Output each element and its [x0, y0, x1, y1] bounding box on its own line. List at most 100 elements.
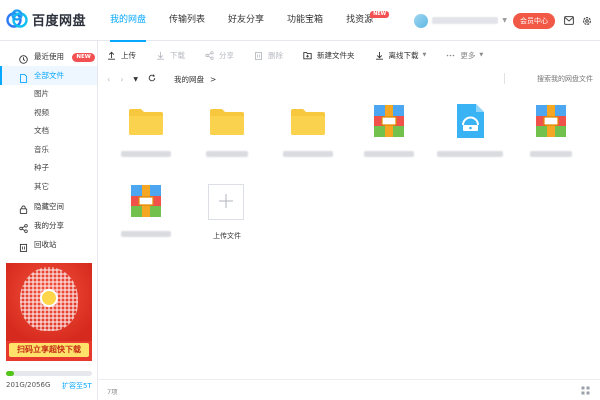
trash-icon [19, 240, 28, 252]
chevron-down-icon[interactable]: ▼ [479, 52, 483, 58]
download-icon [156, 51, 165, 60]
upload-button[interactable]: 上传 [107, 50, 136, 61]
storage-usage-text: 201G/2056G [6, 381, 51, 389]
clock-icon [19, 52, 28, 64]
storage-progress-bar [6, 371, 92, 376]
archive-icon [128, 183, 164, 219]
share-icon [19, 221, 28, 233]
sidebar-item-videos[interactable]: 视频 [0, 104, 97, 123]
app-title: 百度网盘 [32, 13, 87, 29]
archive-icon [371, 103, 407, 139]
delete-button[interactable]: 删除 [254, 50, 283, 61]
file-item-folder[interactable] [111, 89, 181, 169]
sidebar-item-label: 我的分享 [34, 220, 64, 230]
upload-label: 上传 [121, 50, 136, 60]
delete-label: 删除 [268, 50, 283, 60]
username-blurred[interactable] [432, 17, 499, 24]
file-item-disk-image[interactable] [435, 89, 505, 169]
file-item-archive[interactable] [111, 169, 181, 249]
file-item-folder[interactable] [273, 89, 343, 169]
file-name-blurred [206, 151, 248, 157]
sidebar-item-my-share[interactable]: 我的分享 [0, 216, 97, 235]
share-icon [205, 50, 214, 60]
promo-qr-banner[interactable]: 扫码立享超快下载 [6, 263, 92, 361]
download-label: 下载 [170, 50, 185, 60]
path-bar: ‹ › ▼ 我的网盘 > [98, 69, 600, 89]
promo-text: 扫码立享超快下载 [9, 343, 89, 357]
item-count: 7项 [107, 388, 118, 396]
forward-arrow-icon[interactable]: › [120, 75, 123, 84]
upload-file-tile[interactable] [208, 184, 244, 220]
sidebar-item-torrents[interactable]: 种子 [0, 159, 97, 178]
sidebar-item-hidden-space[interactable]: 隐藏空间 [0, 197, 97, 216]
expand-storage-link[interactable]: 扩容至5T [62, 381, 92, 391]
tab-find-resources-label: 找资源 [346, 15, 374, 25]
upload-icon [107, 51, 116, 60]
back-arrow-icon[interactable]: ‹ [107, 75, 110, 84]
gear-icon[interactable] [582, 16, 592, 26]
sidebar-item-label: 全部文件 [34, 71, 64, 80]
grid-view-icon[interactable] [581, 386, 590, 395]
search-input[interactable] [497, 71, 593, 86]
folder-add-icon [303, 51, 312, 60]
sidebar-item-label: 回收站 [34, 239, 57, 249]
tab-friend-share[interactable]: 好友分享 [228, 0, 264, 41]
disk-image-icon [452, 103, 488, 139]
file-name-blurred [437, 151, 503, 157]
sidebar-item-recycle-bin[interactable]: 回收站 [0, 235, 97, 254]
share-button[interactable]: 分享 [205, 50, 234, 61]
folder-icon [290, 103, 326, 139]
sidebar-item-documents[interactable]: 文档 [0, 122, 97, 141]
lock-icon [19, 202, 28, 214]
upload-file-label: 上传文件 [213, 232, 241, 240]
sidebar: 最近使用 NEW 全部文件 图片 视频 文档 音乐 种子 其它 隐藏空间 我的分… [0, 41, 98, 400]
sidebar-item-music[interactable]: 音乐 [0, 141, 97, 160]
folder-icon [209, 103, 245, 139]
storage-progress-fill [6, 371, 15, 376]
file-name-blurred [121, 231, 171, 237]
new-badge: NEW [370, 11, 390, 18]
chevron-down-icon[interactable]: ▼ [423, 52, 427, 58]
app-logo[interactable]: 百度网盘 [6, 9, 86, 29]
archive-icon [533, 103, 569, 139]
mail-icon[interactable] [564, 16, 574, 26]
folder-icon [128, 103, 164, 139]
more-button[interactable]: 更多 ▼ [446, 50, 483, 61]
sidebar-item-images[interactable]: 图片 [0, 85, 97, 104]
tab-toolbox[interactable]: 功能宝箱 [287, 0, 323, 41]
more-label: 更多 [460, 50, 476, 60]
status-bar: 7项 [98, 379, 600, 400]
file-item-archive[interactable] [516, 89, 586, 169]
share-label: 分享 [219, 50, 234, 60]
download-button[interactable]: 下载 [156, 50, 185, 61]
chevron-down-icon[interactable]: ▼ [502, 17, 507, 24]
avatar[interactable] [414, 13, 429, 28]
history-dropdown-icon[interactable]: ▼ [133, 76, 138, 83]
tab-my-disk[interactable]: 我的网盘 [110, 0, 147, 42]
file-name-blurred [530, 151, 572, 157]
file-item-archive[interactable] [354, 89, 424, 169]
sidebar-item-label: 最近使用 [34, 52, 64, 61]
offline-download-button[interactable]: 离线下载 ▼ [375, 50, 427, 61]
main-nav: 我的网盘 传输列表 好友分享 功能宝箱 找资源 NEW [110, 0, 396, 42]
offline-download-label: 离线下载 [388, 50, 419, 60]
cloud-logo-icon [6, 9, 28, 29]
breadcrumb-my-disk[interactable]: 我的网盘 [174, 74, 204, 85]
new-badge: NEW [72, 53, 95, 62]
toolbar: 上传 下载 分享 删除 新建文件夹 离线下载 ▼ 更多 ▼ [98, 41, 600, 69]
breadcrumb-separator: > [210, 74, 217, 84]
user-area: ▼ 会员中心 [414, 0, 600, 41]
sidebar-item-label: 隐藏空间 [34, 201, 64, 211]
file-item-folder[interactable] [192, 89, 262, 169]
download-icon [375, 51, 384, 60]
tab-transfer-list[interactable]: 传输列表 [169, 0, 205, 41]
new-folder-button[interactable]: 新建文件夹 [303, 50, 355, 61]
new-folder-label: 新建文件夹 [317, 50, 355, 60]
tab-find-resources[interactable]: 找资源 NEW [346, 0, 390, 41]
sidebar-item-all-files[interactable]: 全部文件 [0, 66, 97, 85]
sidebar-item-other[interactable]: 其它 [0, 178, 97, 197]
sidebar-item-recent[interactable]: 最近使用 NEW [0, 47, 97, 66]
vip-center-button[interactable]: 会员中心 [513, 12, 555, 29]
refresh-icon[interactable] [148, 74, 156, 84]
file-icon [19, 71, 28, 83]
